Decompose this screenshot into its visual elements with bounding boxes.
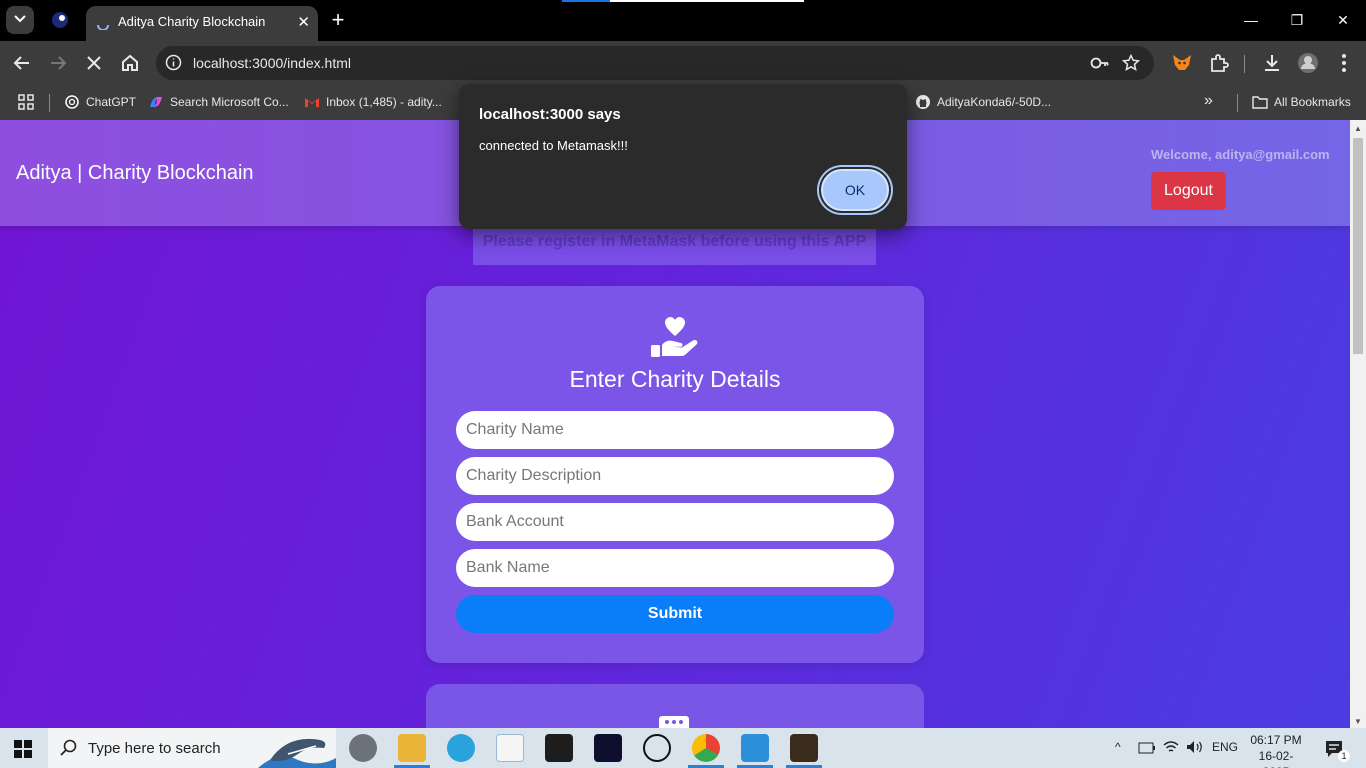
loading-spinner-icon xyxy=(97,24,109,30)
scroll-up-arrow-icon[interactable]: ▲ xyxy=(1354,124,1362,133)
extensions-puzzle-icon[interactable] xyxy=(1207,51,1231,75)
home-icon[interactable] xyxy=(118,51,142,75)
clock-time: 06:17 PM xyxy=(1250,733,1302,747)
submit-button[interactable]: Submit xyxy=(456,595,894,633)
bookmark-microsoft-copilot[interactable]: Search Microsoft Co... xyxy=(148,93,289,111)
bookmark-label: AdityaKonda6/-50D... xyxy=(937,95,1052,109)
charity-form-card: Enter Charity Details Submit xyxy=(426,286,924,663)
bookmarks-divider xyxy=(49,94,50,112)
password-key-icon[interactable] xyxy=(1090,55,1110,71)
search-icon xyxy=(60,739,77,756)
chatgpt-icon xyxy=(65,95,79,109)
scrollbar-thumb[interactable] xyxy=(1353,138,1363,354)
folder-icon xyxy=(1252,96,1268,109)
stop-loading-icon[interactable] xyxy=(82,51,106,75)
tab-title: Aditya Charity Blockchain xyxy=(118,14,266,29)
bookmark-label: ChatGPT xyxy=(86,95,137,109)
system-clock[interactable]: 06:17 PM 16-02-2025 xyxy=(1246,732,1306,768)
metamask-notice: Please register in MetaMask before using… xyxy=(473,226,876,265)
pinned-tab-icon xyxy=(52,12,68,28)
bookmark-star-icon[interactable] xyxy=(1122,54,1140,72)
site-brand[interactable]: Aditya | Charity Blockchain xyxy=(16,162,254,185)
gmail-icon xyxy=(305,98,319,107)
restore-button[interactable]: ❐ xyxy=(1287,10,1307,30)
site-info-icon[interactable] xyxy=(165,54,182,71)
windows-start-icon[interactable] xyxy=(14,740,32,758)
file-explorer-icon[interactable] xyxy=(398,734,426,762)
bookmark-chatgpt[interactable]: ChatGPT xyxy=(64,93,136,111)
page-scrollbar[interactable]: ▲ ▼ xyxy=(1350,120,1366,728)
chrome-icon[interactable] xyxy=(692,734,720,762)
tab-active[interactable]: Aditya Charity Blockchain ✕ xyxy=(86,6,318,41)
forward-arrow-icon[interactable] xyxy=(46,51,70,75)
top-progress-strip xyxy=(562,0,804,2)
search-placeholder: Type here to search xyxy=(88,740,221,757)
hand-holding-heart-icon xyxy=(651,317,698,357)
telegram-icon[interactable] xyxy=(447,734,475,762)
bookmarks-divider xyxy=(1237,94,1238,112)
tab-search-button[interactable] xyxy=(6,6,34,34)
charity-description-input[interactable] xyxy=(456,457,894,495)
notification-count-badge: 1 xyxy=(1338,750,1350,762)
welcome-text: Welcome, aditya@gmail.com xyxy=(1151,147,1330,162)
copilot-icon xyxy=(150,97,162,107)
uipath-icon[interactable] xyxy=(594,734,622,762)
chatgpt-app-icon[interactable] xyxy=(643,734,671,762)
search-highlight-whale-icon xyxy=(258,738,336,768)
language-indicator[interactable]: ENG xyxy=(1212,740,1238,754)
logout-button[interactable]: Logout xyxy=(1151,172,1226,210)
bookmark-label: Inbox (1,485) - adity... xyxy=(326,95,442,109)
alert-dialog: localhost:3000 says connected to Metamas… xyxy=(459,84,907,229)
metamask-fox-icon[interactable] xyxy=(1170,51,1194,75)
browser-tab-bar: Aditya Charity Blockchain ✕ + — ❐ ✕ xyxy=(0,0,1366,41)
taskbar-clock-app-icon[interactable] xyxy=(349,734,377,762)
new-tab-button[interactable]: + xyxy=(326,8,350,32)
wifi-icon[interactable] xyxy=(1163,740,1179,754)
package-app-icon[interactable] xyxy=(790,734,818,762)
back-arrow-icon[interactable] xyxy=(10,51,34,75)
download-icon[interactable] xyxy=(1260,51,1284,75)
github-desktop-icon[interactable] xyxy=(545,734,573,762)
chevron-down-icon xyxy=(14,15,26,23)
minimize-button[interactable]: — xyxy=(1241,10,1261,30)
bookmark-label: Search Microsoft Co... xyxy=(170,95,289,109)
taskbar-search-box[interactable]: Type here to search xyxy=(48,728,336,768)
unstop-app-icon[interactable] xyxy=(496,734,524,762)
bank-name-input[interactable] xyxy=(456,549,894,587)
all-bookmarks-folder[interactable]: All Bookmarks xyxy=(1252,93,1351,111)
secondary-card xyxy=(426,684,924,728)
clock-date: 16-02-2025 xyxy=(1258,749,1294,768)
address-bar[interactable]: localhost:3000/index.html xyxy=(156,46,1154,80)
charity-name-input[interactable] xyxy=(456,411,894,449)
dialog-origin: localhost:3000 says xyxy=(479,106,621,123)
speaker-icon[interactable] xyxy=(1186,740,1204,754)
github-icon xyxy=(916,95,930,109)
bookmark-gmail-inbox[interactable]: Inbox (1,485) - adity... xyxy=(304,93,442,111)
url-text[interactable]: localhost:3000/index.html xyxy=(193,55,351,71)
show-hidden-icons-chevron-icon[interactable]: ^ xyxy=(1115,740,1121,754)
browser-toolbar: localhost:3000/index.html xyxy=(0,41,1366,85)
windows-taskbar: Type here to search ^ ENG 06:17 PM 16-02… xyxy=(0,728,1366,768)
bookmarks-overflow-button[interactable]: » xyxy=(1204,92,1213,110)
scroll-down-arrow-icon[interactable]: ▼ xyxy=(1354,717,1362,726)
bookmark-label: All Bookmarks xyxy=(1274,95,1351,109)
form-title: Enter Charity Details xyxy=(569,366,781,392)
bookmark-github[interactable]: AdityaKonda6/-50D... xyxy=(915,93,1051,111)
pinned-tab[interactable] xyxy=(48,8,72,32)
kebab-menu-icon[interactable] xyxy=(1332,51,1356,75)
toolbar-divider xyxy=(1244,55,1245,73)
vscode-icon[interactable] xyxy=(741,734,769,762)
ok-button[interactable]: OK xyxy=(821,169,889,211)
dialog-message: connected to Metamask!!! xyxy=(479,138,628,153)
battery-icon[interactable] xyxy=(1138,742,1156,754)
apps-grid-icon[interactable] xyxy=(18,94,34,110)
list-dots-icon xyxy=(659,716,689,728)
profile-avatar-icon[interactable] xyxy=(1296,51,1320,75)
close-window-button[interactable]: ✕ xyxy=(1333,10,1353,30)
bank-account-input[interactable] xyxy=(456,503,894,541)
close-tab-icon[interactable]: ✕ xyxy=(297,13,310,31)
